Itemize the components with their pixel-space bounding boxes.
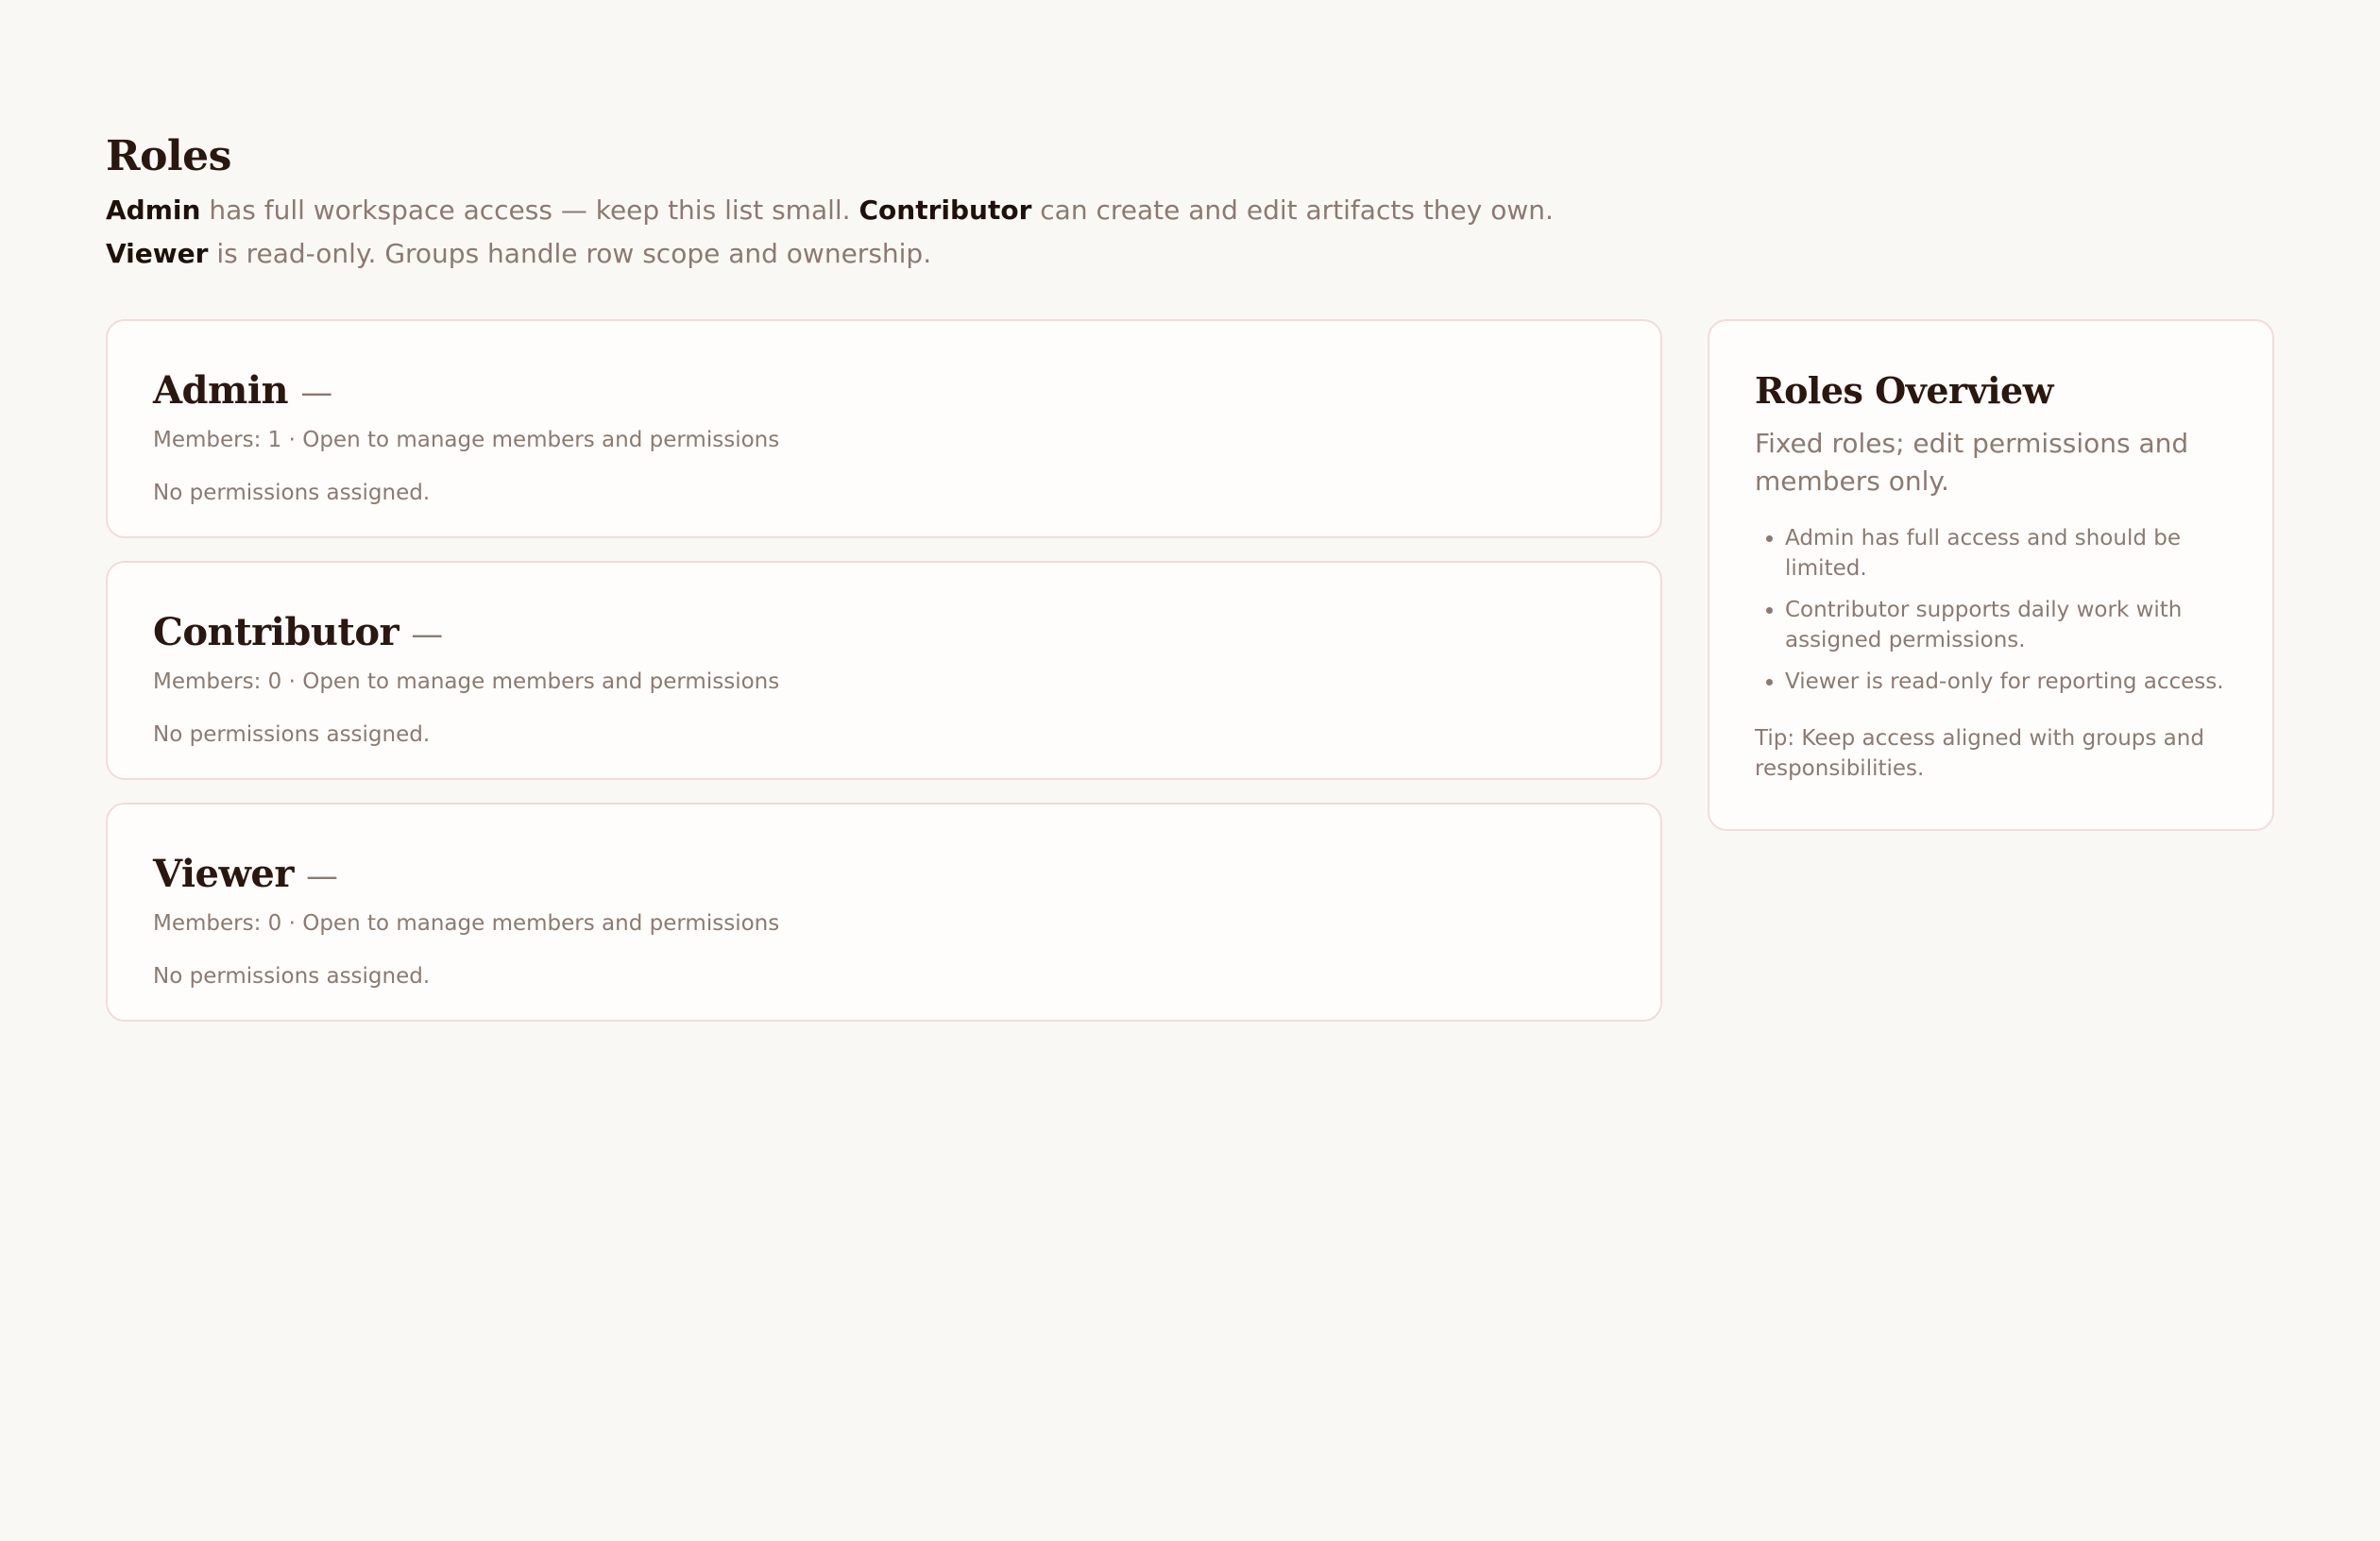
intro-contributor-term: Contributor xyxy=(858,195,1032,226)
intro-viewer-term: Viewer xyxy=(106,238,209,269)
role-members-meta: Members: 0 · Open to manage members and … xyxy=(153,911,780,936)
roles-page: Roles Admin has full workspace access — … xyxy=(106,128,2274,1022)
role-card-heading: Admin — xyxy=(153,366,1615,415)
role-card-admin[interactable]: Admin — Members: 1 · Open to manage memb… xyxy=(106,319,1662,538)
roles-overview-panel: Roles Overview Fixed roles; edit permiss… xyxy=(1708,319,2274,831)
intro-admin-text: has full workspace access — keep this li… xyxy=(200,195,859,226)
intro-contributor-text: can create and edit artifacts they own. xyxy=(1031,195,1554,226)
role-permissions-empty: No permissions assigned. xyxy=(153,481,431,505)
role-card-heading: Viewer — xyxy=(153,850,1615,899)
role-name: Admin xyxy=(153,368,289,413)
overview-list: Admin has full access and should be limi… xyxy=(1755,523,2227,697)
role-members-meta: Members: 1 · Open to manage members and … xyxy=(153,428,780,452)
role-list: Admin — Members: 1 · Open to manage memb… xyxy=(106,319,1662,1044)
intro-admin-term: Admin xyxy=(106,195,201,226)
role-permissions-empty: No permissions assigned. xyxy=(153,964,431,989)
overview-list-item: Contributor supports daily work with ass… xyxy=(1785,595,2227,655)
role-members-meta: Members: 0 · Open to manage members and … xyxy=(153,669,780,694)
role-name: Contributor xyxy=(153,610,400,654)
intro-viewer-text: is read-only. Groups handle row scope an… xyxy=(208,238,932,269)
role-description-dash: — xyxy=(306,857,339,895)
page-title: Roles xyxy=(106,132,231,180)
overview-title: Roles Overview xyxy=(1755,369,2053,412)
overview-tip: Tip: Keep access aligned with groups and… xyxy=(1755,726,2204,781)
page-intro: Admin has full workspace access — keep t… xyxy=(106,189,1579,276)
role-description-dash: — xyxy=(300,374,333,412)
overview-list-item: Viewer is read-only for reporting access… xyxy=(1785,667,2227,697)
role-card-viewer[interactable]: Viewer — Members: 0 · Open to manage mem… xyxy=(106,803,1662,1022)
role-name: Viewer xyxy=(153,852,294,896)
role-description-dash: — xyxy=(411,616,444,653)
role-permissions-empty: No permissions assigned. xyxy=(153,722,431,747)
overview-subtitle: Fixed roles; edit permissions and member… xyxy=(1755,428,2189,497)
role-card-heading: Contributor — xyxy=(153,608,1615,657)
overview-list-item: Admin has full access and should be limi… xyxy=(1785,523,2227,584)
role-card-contributor[interactable]: Contributor — Members: 0 · Open to manag… xyxy=(106,561,1662,780)
